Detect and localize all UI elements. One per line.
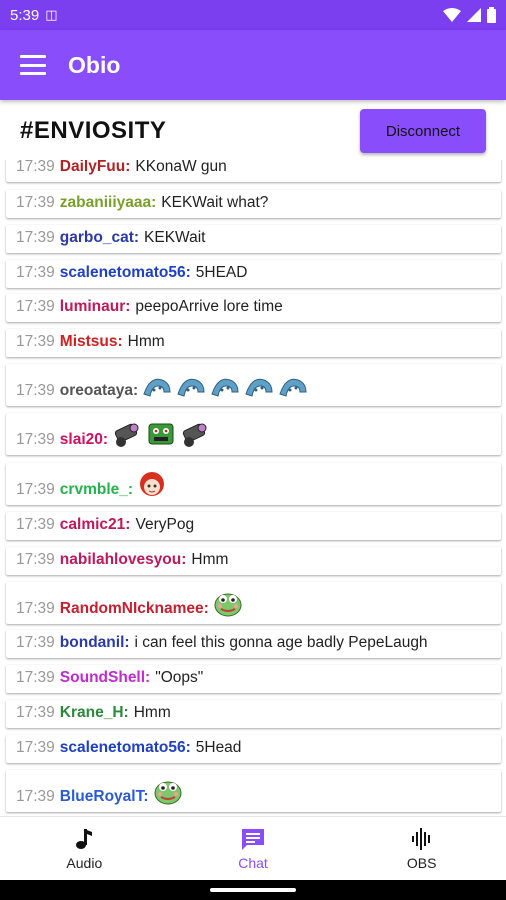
- app-bar: Obio: [0, 30, 506, 100]
- message-username[interactable]: Krane_H:: [60, 704, 129, 722]
- battery-icon: [487, 7, 496, 23]
- message-timestamp: 17:39: [16, 551, 55, 568]
- chat-message-row[interactable]: 17:39 BlueRoyalT:: [6, 770, 501, 812]
- message-username[interactable]: luminaur:: [60, 298, 131, 316]
- message-text: Hmm: [127, 333, 165, 350]
- anime-girl-emote: [137, 469, 167, 499]
- message-text: "Oops": [155, 669, 204, 686]
- nav-chat-label: Chat: [238, 854, 268, 871]
- channel-header: #ENVIOSITY Disconnect: [0, 100, 506, 162]
- message-text: 5HEAD: [195, 264, 248, 281]
- cannon-emote: [112, 419, 142, 449]
- message-text: 5Head: [195, 739, 242, 756]
- message-timestamp: 17:39: [16, 600, 55, 617]
- chat-message-row[interactable]: 17:39 garbo_cat: KEKWait: [6, 225, 501, 253]
- message-username[interactable]: scalenetomato56:: [60, 739, 191, 757]
- music-note-icon: [76, 828, 93, 849]
- message-username[interactable]: zabaniiiyaaa:: [60, 194, 157, 212]
- signal-icon: [467, 8, 481, 22]
- sound-wave-icon: [411, 827, 430, 850]
- chat-message-row[interactable]: 17:39 zabaniiiyaaa: KEKWait what?: [6, 190, 501, 218]
- disconnect-button[interactable]: Disconnect: [360, 109, 486, 153]
- message-username[interactable]: SoundShell:: [60, 669, 150, 687]
- message-username[interactable]: RandomNIcknamee:: [60, 600, 209, 618]
- message-username[interactable]: garbo_cat:: [60, 229, 139, 247]
- message-timestamp: 17:39: [16, 669, 55, 686]
- chat-message-list[interactable]: 17:39 DailyFuu: KKonaW gun 17:39 zabaniiiyaa…: [0, 160, 506, 816]
- bottom-navigation: Audio Chat OBS: [0, 816, 506, 880]
- message-username[interactable]: DailyFuu:: [60, 160, 131, 176]
- message-timestamp: 17:39: [16, 481, 55, 498]
- chat-bubble-icon: [242, 828, 264, 850]
- tentacle-emote: [210, 370, 240, 400]
- message-text: peepoArrive lore time: [135, 298, 283, 315]
- message-text: Hmm: [133, 704, 171, 721]
- chat-message-row[interactable]: 17:39 scalenetomato56: 5Head: [6, 735, 501, 763]
- message-text: KEKWait what?: [161, 194, 269, 211]
- message-username[interactable]: calmic21:: [60, 516, 131, 534]
- message-timestamp: 17:39: [16, 704, 55, 721]
- nav-obs[interactable]: OBS: [337, 817, 506, 880]
- message-username[interactable]: crvmble_:: [60, 481, 133, 499]
- message-username[interactable]: slai20:: [60, 431, 108, 449]
- status-bar: 5:39 ◫: [0, 0, 506, 30]
- sim-icon: ◫: [45, 7, 58, 22]
- status-time: 5:39: [10, 6, 40, 24]
- message-username[interactable]: nabilahlovesyou:: [60, 551, 187, 569]
- message-username[interactable]: Mistsus:: [60, 333, 123, 351]
- chat-message-row[interactable]: 17:39 SoundShell: "Oops": [6, 665, 501, 693]
- hamburger-menu-icon[interactable]: [20, 55, 46, 75]
- message-username[interactable]: bondanil:: [60, 634, 130, 652]
- message-timestamp: 17:39: [16, 382, 55, 399]
- message-timestamp: 17:39: [16, 788, 55, 805]
- message-text: VeryPog: [135, 516, 195, 533]
- chat-message-row[interactable]: 17:39 calmic21: VeryPog: [6, 512, 501, 540]
- chat-message-row[interactable]: 17:39 nabilahlovesyou: Hmm: [6, 547, 501, 575]
- app-title: Obio: [68, 51, 121, 78]
- home-indicator[interactable]: [210, 888, 296, 892]
- chat-message-row[interactable]: 17:39 DailyFuu: KKonaW gun: [6, 160, 501, 182]
- message-text: KEKWait: [144, 229, 206, 246]
- chat-message-row[interactable]: 17:39 crvmble_:: [6, 463, 501, 505]
- pepe-emote: [213, 588, 243, 618]
- message-timestamp: 17:39: [16, 431, 55, 448]
- message-timestamp: 17:39: [16, 298, 55, 315]
- nav-audio[interactable]: Audio: [0, 817, 169, 880]
- message-text: KKonaW gun: [135, 160, 227, 175]
- chat-message-row[interactable]: 17:39 slai20:: [6, 413, 501, 455]
- system-navigation-bar: [0, 880, 506, 900]
- chat-message-row[interactable]: 17:39 bondanil: i can feel this gonna age …: [6, 630, 501, 658]
- chat-message-row[interactable]: 17:39 oreoataya:: [6, 364, 501, 406]
- tentacle-emote: [278, 370, 308, 400]
- chat-message-row[interactable]: 17:39 Krane_H: Hmm: [6, 700, 501, 728]
- message-username[interactable]: BlueRoyalT:: [60, 788, 149, 806]
- message-timestamp: 17:39: [16, 634, 55, 651]
- chat-message-row[interactable]: 17:39 scalenetomato56: 5HEAD: [6, 260, 501, 288]
- pepe-emote: [153, 776, 183, 806]
- message-username[interactable]: oreoataya:: [60, 382, 138, 400]
- tentacle-emote: [244, 370, 274, 400]
- message-text: i can feel this gonna age badly PepeLaug…: [134, 634, 428, 651]
- message-timestamp: 17:39: [16, 194, 55, 211]
- nav-audio-label: Audio: [66, 854, 103, 871]
- chat-message-row[interactable]: 17:39 RandomNIcknamee:: [6, 582, 501, 624]
- message-timestamp: 17:39: [16, 264, 55, 281]
- message-text: Hmm: [191, 551, 229, 568]
- tentacle-emote: [176, 370, 206, 400]
- channel-name: #ENVIOSITY: [20, 117, 167, 144]
- chat-message-row[interactable]: 17:39 luminaur: peepoArrive lore time: [6, 294, 501, 322]
- message-timestamp: 17:39: [16, 739, 55, 756]
- message-username[interactable]: scalenetomato56:: [60, 264, 191, 282]
- nav-chat[interactable]: Chat: [169, 817, 338, 880]
- tentacle-emote: [142, 370, 172, 400]
- cannon-emote: [180, 419, 210, 449]
- wifi-icon: [443, 8, 461, 22]
- chat-message-row[interactable]: 17:39 Mistsus: Hmm: [6, 329, 501, 357]
- message-timestamp: 17:39: [16, 160, 55, 175]
- message-timestamp: 17:39: [16, 229, 55, 246]
- nav-obs-label: OBS: [406, 854, 437, 871]
- message-timestamp: 17:39: [16, 333, 55, 350]
- robot-emote: [146, 419, 176, 449]
- message-timestamp: 17:39: [16, 516, 55, 533]
